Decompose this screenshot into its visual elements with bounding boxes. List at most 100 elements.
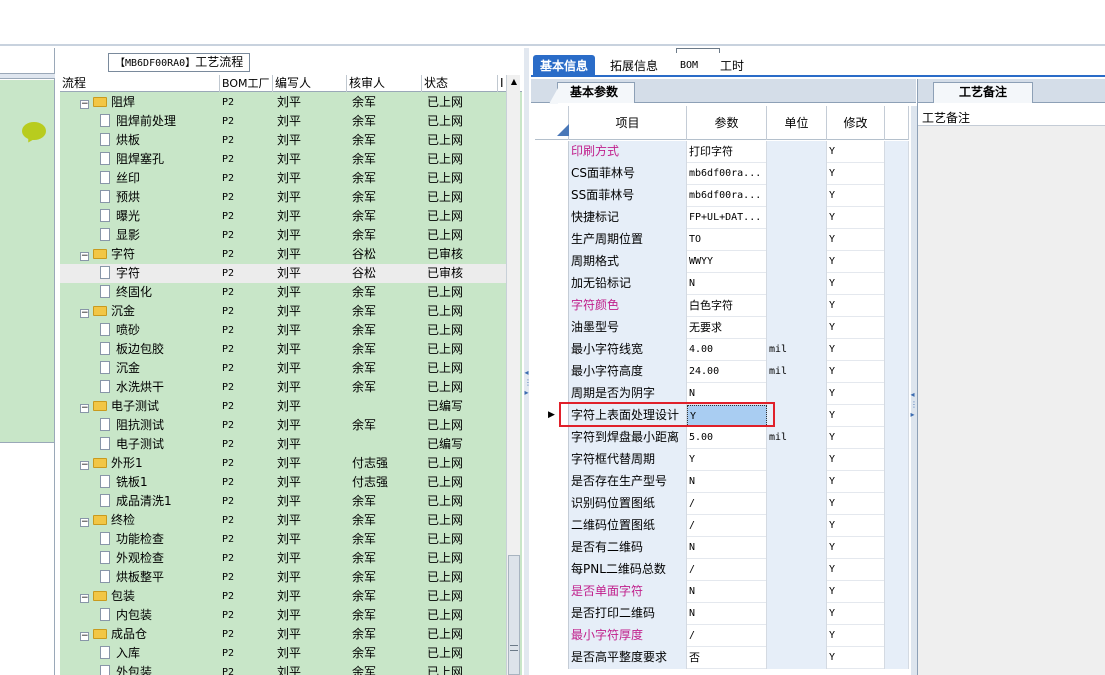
tab-work-hours[interactable]: 工时 [713,55,751,77]
param-modify-cell[interactable]: Y [827,361,885,383]
row-indicator[interactable] [535,647,569,669]
row-indicator[interactable] [535,603,569,625]
tree-step-row[interactable]: 沉金 P2 刘平 余军 已上网 [60,359,506,378]
param-modify-cell[interactable]: Y [827,603,885,625]
col-reviewer[interactable]: 核审人 [347,75,422,92]
chat-bubble-icon[interactable] [22,122,46,140]
param-row[interactable]: 是否存在生产型号 N Y [535,471,909,493]
row-indicator[interactable] [535,163,569,185]
param-modify-cell[interactable]: Y [827,339,885,361]
param-row[interactable]: SS面菲林号 mb6df00ra... Y [535,185,909,207]
param-modify-cell[interactable]: Y [827,581,885,603]
param-modify-cell[interactable]: Y [827,647,885,669]
tree-folder-row[interactable]: − 电子测试 P2 刘平 已编写 [60,397,506,416]
row-indicator[interactable] [535,537,569,559]
param-value-cell[interactable]: N [687,537,767,559]
param-row[interactable]: 每PNL二维码总数 / Y [535,559,909,581]
col-author[interactable]: 编写人 [273,75,347,92]
row-indicator[interactable] [535,493,569,515]
param-unit-cell[interactable] [767,515,827,537]
collapse-icon[interactable]: − [80,461,89,470]
param-unit-cell[interactable] [767,493,827,515]
row-indicator[interactable] [535,581,569,603]
splitter-right[interactable]: ◂ ⋮ ▸ [910,240,918,440]
col-item[interactable]: 项目 [569,106,687,140]
tab-extended-info[interactable]: 拓展信息 [603,55,665,77]
collapse-icon[interactable]: − [80,404,89,413]
param-row[interactable]: 周期格式 WWYY Y [535,251,909,273]
param-row[interactable]: 快捷标记 FP+UL+DAT... Y [535,207,909,229]
param-row[interactable]: 是否单面字符 N Y [535,581,909,603]
param-unit-cell[interactable] [767,273,827,295]
param-row[interactable]: 加无铅标记 N Y [535,273,909,295]
param-modify-cell[interactable]: Y [827,559,885,581]
param-modify-cell[interactable]: Y [827,207,885,229]
param-value-cell[interactable]: Y [687,449,767,471]
tree-step-row[interactable]: 喷砂 P2 刘平 余军 已上网 [60,321,506,340]
row-indicator[interactable] [535,515,569,537]
param-value-cell[interactable]: 24.00 [687,361,767,383]
row-indicator[interactable] [535,427,569,449]
param-value-cell[interactable]: mb6df00ra... [687,185,767,207]
param-modify-cell[interactable]: Y [827,185,885,207]
param-value-cell[interactable]: WWYY [687,251,767,273]
param-value-cell[interactable]: N [687,471,767,493]
splitter-right-arrow-icon[interactable]: ◂ ⋮ ▸ [910,390,918,430]
param-unit-cell[interactable] [767,647,827,669]
param-value-cell[interactable]: 否 [687,647,767,669]
param-value-cell[interactable]: / [687,559,767,581]
param-modify-cell[interactable]: Y [827,625,885,647]
collapse-icon[interactable]: − [80,252,89,261]
tree-folder-row[interactable]: − 包装 P2 刘平 余军 已上网 [60,587,506,606]
row-indicator[interactable] [535,361,569,383]
collapse-icon[interactable]: − [80,309,89,318]
param-unit-cell[interactable] [767,405,827,427]
param-value-cell[interactable]: N [687,273,767,295]
param-row[interactable]: 是否高平整度要求否 Y [535,647,909,669]
param-unit-cell[interactable]: mil [767,361,827,383]
tree-step-row[interactable]: 外包装 P2 刘平 余军 已上网 [60,663,506,675]
row-indicator[interactable] [535,207,569,229]
param-row[interactable]: CS面菲林号 mb6df00ra... Y [535,163,909,185]
tree-step-row[interactable]: 烘板整平 P2 刘平 余军 已上网 [60,568,506,587]
param-unit-cell[interactable] [767,207,827,229]
param-row[interactable]: 字符颜色 白色字符 Y [535,295,909,317]
param-row[interactable]: 最小字符厚度 / Y [535,625,909,647]
param-modify-cell[interactable]: Y [827,471,885,493]
process-tree[interactable]: 流程 BOM工厂 编写人 核审人 状态 I − 阻焊 P2 刘平 余军 已上网 阻焊前处理 P… [60,75,522,675]
param-row[interactable]: 二维码位置图纸 / Y [535,515,909,537]
param-unit-cell[interactable] [767,141,827,163]
tree-step-row[interactable]: 丝印 P2 刘平 余军 已上网 [60,169,506,188]
row-indicator[interactable] [535,273,569,295]
tree-folder-row[interactable]: − 阻焊 P2 刘平 余军 已上网 [60,93,506,112]
tree-step-row[interactable]: 显影 P2 刘平 余军 已上网 [60,226,506,245]
tabs-drag-handle[interactable] [676,48,720,53]
scroll-up-icon[interactable]: ▲ [507,75,521,89]
tree-step-row[interactable]: 水洗烘干 P2 刘平 余军 已上网 [60,378,506,397]
row-indicator[interactable] [535,559,569,581]
col-param[interactable]: 参数 [687,106,767,140]
param-value-cell[interactable]: 白色字符 [687,295,767,317]
param-modify-cell[interactable]: Y [827,229,885,251]
tree-step-row[interactable]: 电子测试 P2 刘平 已编写 [60,435,506,454]
param-unit-cell[interactable] [767,229,827,251]
param-modify-cell[interactable]: Y [827,317,885,339]
tree-step-row[interactable]: 烘板 P2 刘平 余军 已上网 [60,131,506,150]
row-indicator[interactable] [535,295,569,317]
param-modify-cell[interactable]: Y [827,449,885,471]
param-value-cell[interactable]: TO [687,229,767,251]
param-value-cell[interactable]: / [687,493,767,515]
param-modify-cell[interactable]: Y [827,383,885,405]
param-unit-cell[interactable] [767,251,827,273]
param-value-cell[interactable]: / [687,625,767,647]
param-modify-cell[interactable]: Y [827,493,885,515]
col-modify[interactable]: 修改 [827,106,885,140]
param-unit-cell[interactable] [767,383,827,405]
row-indicator[interactable] [535,141,569,163]
param-row[interactable]: 是否有二维码 N Y [535,537,909,559]
tree-step-row[interactable]: 阻焊塞孔 P2 刘平 余军 已上网 [60,150,506,169]
tree-folder-row[interactable]: − 成品仓 P2 刘平 余军 已上网 [60,625,506,644]
param-modify-cell[interactable]: Y [827,515,885,537]
param-unit-cell[interactable] [767,537,827,559]
collapse-icon[interactable]: − [80,100,89,109]
